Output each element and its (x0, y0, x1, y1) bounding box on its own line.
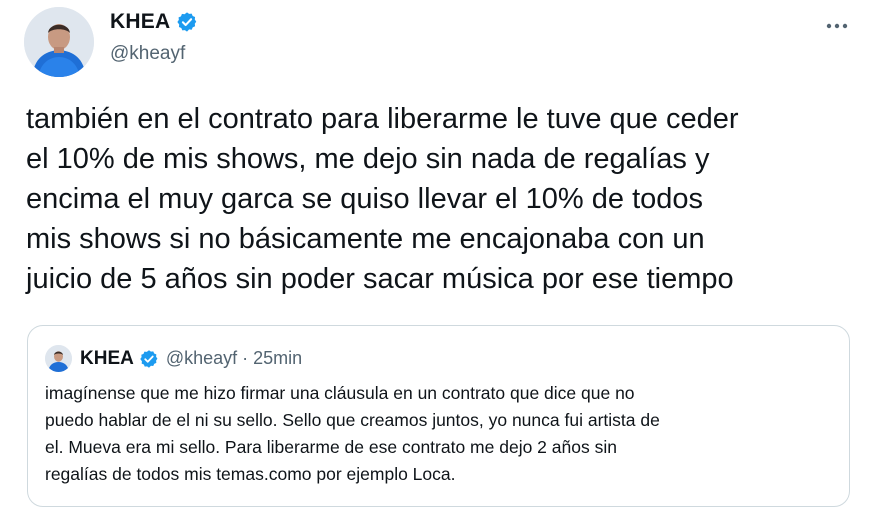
tweet-text: también en el contrato para liberarme le… (26, 103, 739, 295)
quoted-timestamp[interactable]: 25min (253, 348, 302, 369)
verified-badge-icon (139, 349, 159, 369)
profile-photo (24, 7, 94, 77)
author-name[interactable]: KHEA (110, 10, 170, 34)
author-name-row: KHEA (110, 10, 198, 34)
quoted-author-handle: @kheayf (165, 348, 238, 368)
author-avatar[interactable] (24, 7, 94, 77)
quoted-tweet-text: imagínense que me hizo firmar una cláusu… (45, 383, 660, 484)
quoted-author-avatar (45, 345, 72, 372)
quoted-author-name: KHEA (80, 347, 134, 369)
tweet-card: KHEA @kheayf también en el contrato para… (0, 0, 887, 514)
verified-badge-icon (176, 11, 198, 33)
author-handle[interactable]: @kheayf (110, 43, 185, 65)
quoted-tweet-header: KHEA @kheayf · 25min (45, 345, 302, 372)
separator-dot: · (242, 348, 249, 368)
quoted-tweet[interactable]: KHEA @kheayf · 25min imagínense que me h… (27, 325, 850, 507)
more-options-icon[interactable] (823, 14, 851, 38)
